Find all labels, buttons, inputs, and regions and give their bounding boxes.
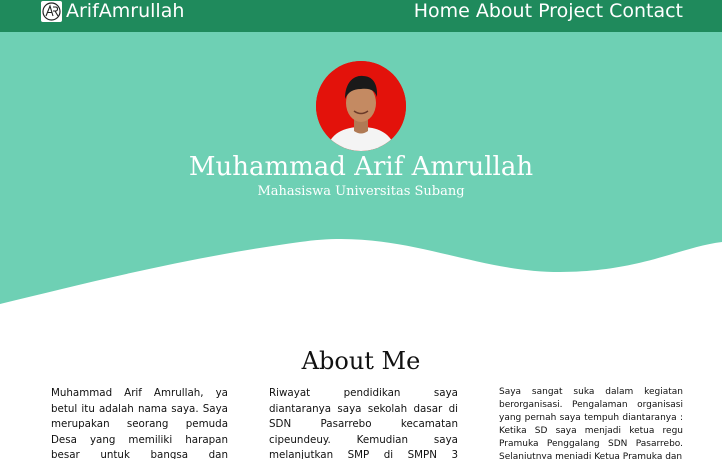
brand-link[interactable]: ArifAmrullah: [41, 0, 184, 22]
hero-subtitle: Mahasiswa Universitas Subang: [257, 184, 465, 199]
brand-name: ArifAmrullah: [66, 0, 185, 22]
about-paragraph-education: Riwayat pendidikan saya diantaranya saya…: [269, 387, 458, 459]
avatar: [316, 61, 406, 151]
ar-monogram-icon: [41, 0, 62, 22]
hero-name: Muhammad Arif Amrullah: [188, 152, 534, 182]
about-title: About Me: [301, 347, 421, 375]
nav-contact[interactable]: Contact: [609, 0, 683, 22]
navbar: ArifAmrullah Home About Project Contact: [0, 0, 722, 32]
nav-home[interactable]: Home: [414, 0, 470, 22]
nav-project[interactable]: Project: [538, 0, 603, 22]
nav-about[interactable]: About: [476, 0, 532, 22]
hero-section: Muhammad Arif Amrullah Mahasiswa Univers…: [0, 32, 722, 312]
about-paragraph-organization: Saya sangat suka dalam kegiatan berorgan…: [499, 387, 683, 459]
about-paragraph-bio: Muhammad Arif Amrullah, ya betul itu ada…: [51, 387, 228, 459]
main-nav: Home About Project Contact: [414, 0, 683, 22]
